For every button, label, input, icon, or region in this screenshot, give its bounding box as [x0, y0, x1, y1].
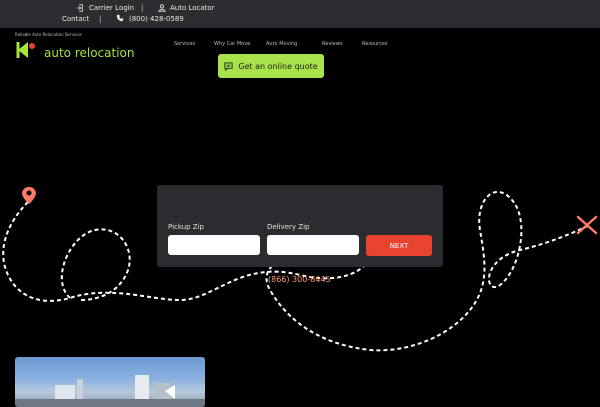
- pickup-zip-input[interactable]: [168, 235, 260, 255]
- route-loop: [60, 228, 131, 301]
- pickup-zip-label: Pickup Zip: [168, 223, 204, 231]
- next-button[interactable]: NEXT: [366, 235, 432, 256]
- delivery-zip-input[interactable]: [267, 235, 359, 255]
- x-mark-icon: [576, 215, 598, 235]
- delivery-zip-label: Delivery Zip: [267, 223, 310, 231]
- hero-phone-number[interactable]: (866) 300-8445: [268, 275, 331, 284]
- location-pin-icon: [22, 187, 36, 204]
